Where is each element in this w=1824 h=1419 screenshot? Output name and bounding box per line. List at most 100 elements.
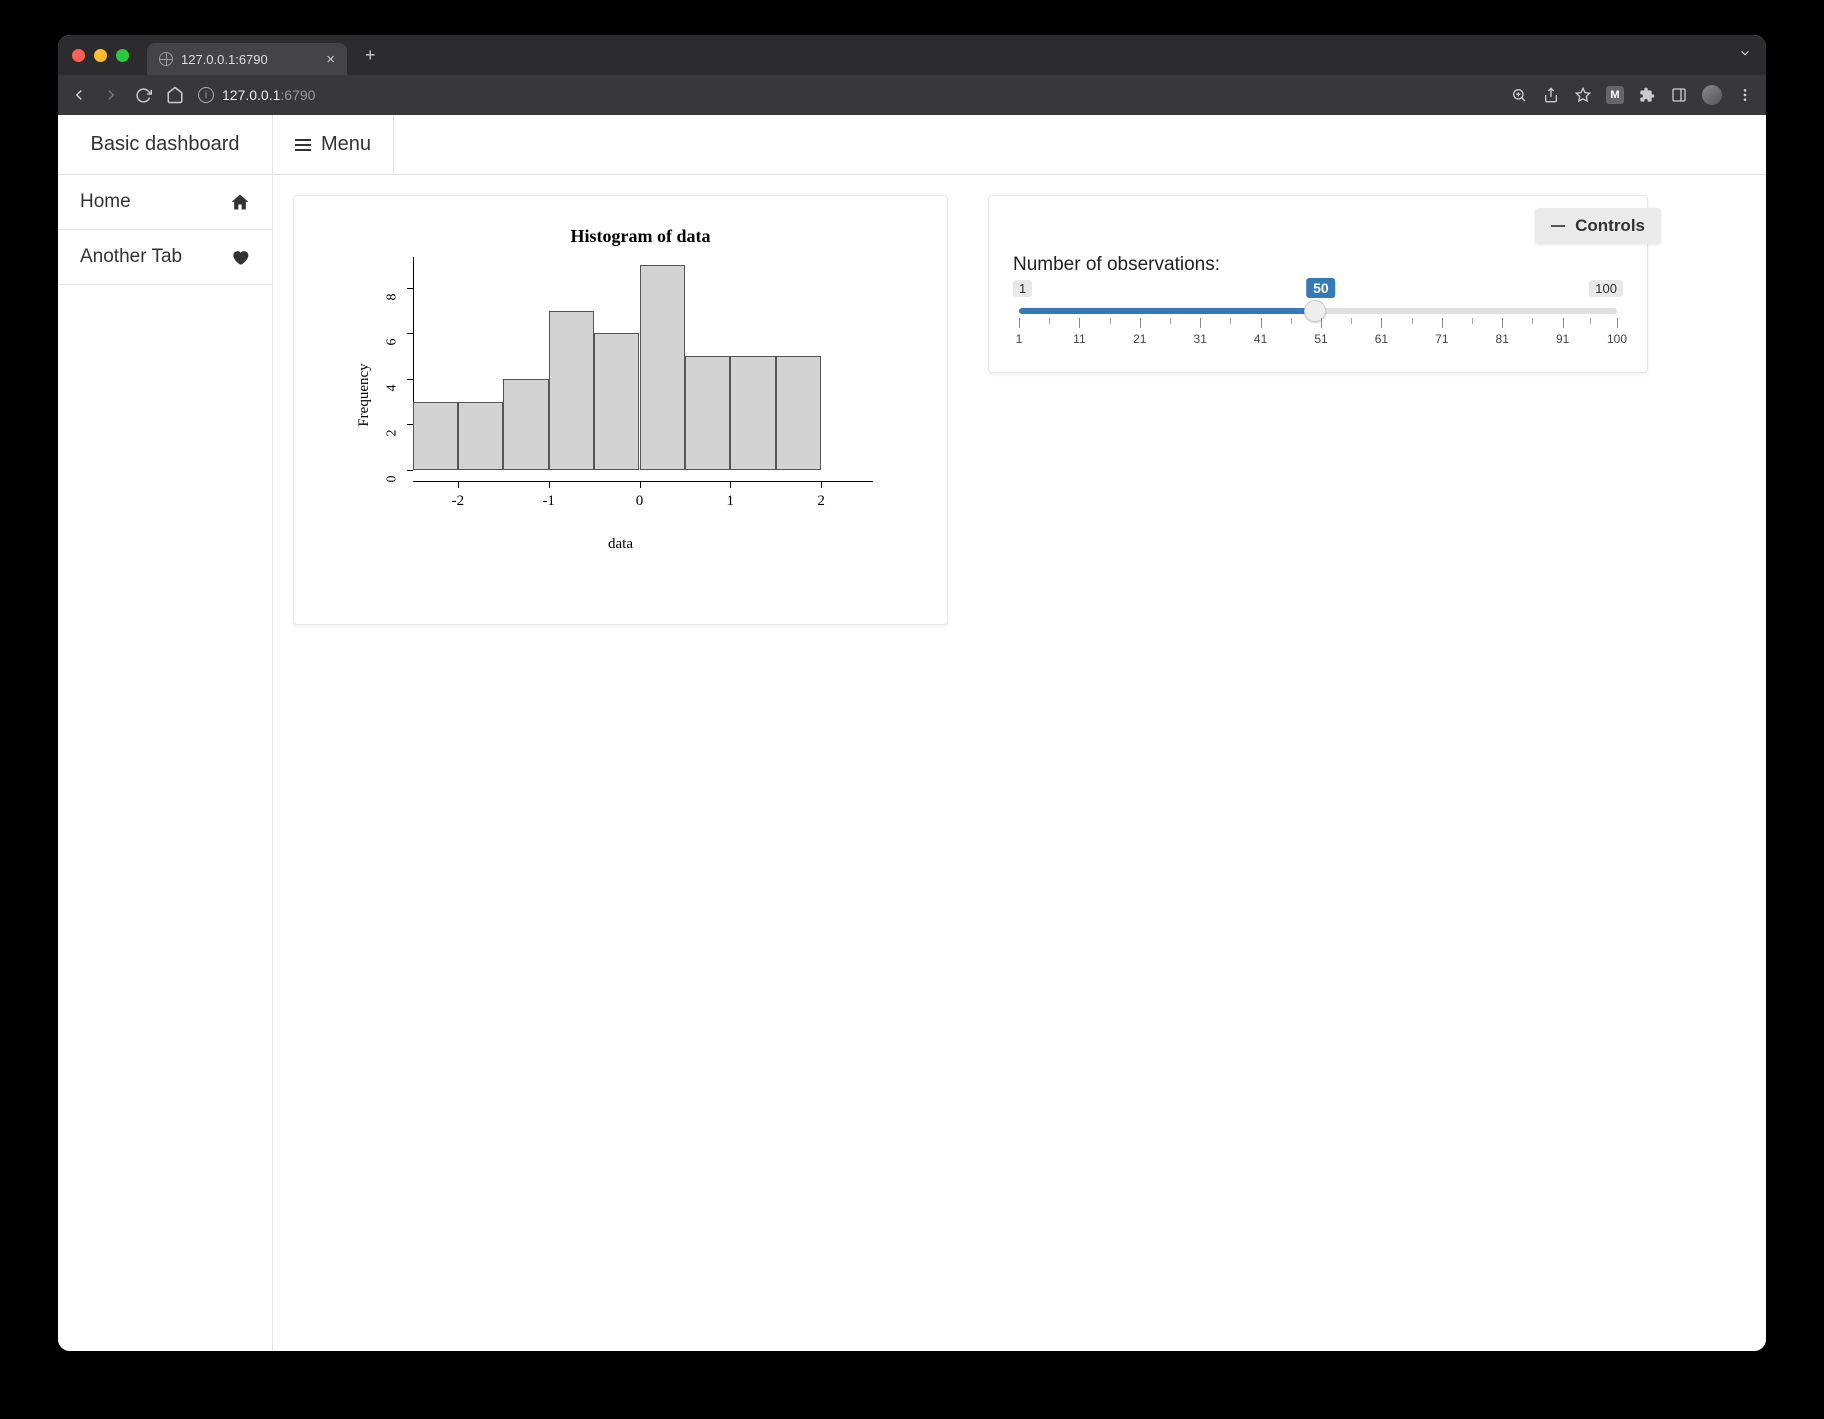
site-info-icon[interactable]: i (198, 87, 214, 103)
slider-max-badge: 100 (1589, 280, 1623, 297)
maximize-window-button[interactable] (116, 49, 129, 62)
slider-tick-minor (1170, 318, 1171, 324)
slider-tick (1140, 318, 1141, 328)
histogram-bar (685, 356, 730, 470)
slider-tick-minor (1532, 318, 1533, 324)
x-axis (413, 481, 873, 482)
x-tick (549, 482, 550, 488)
slider-track[interactable] (1019, 308, 1617, 314)
slider-min-badge: 1 (1013, 280, 1032, 297)
histogram-bar (776, 356, 821, 470)
tabs-dropdown-icon[interactable] (1738, 46, 1752, 65)
chart-ylabel: Frequency (356, 363, 373, 426)
slider-tick-minor (1110, 318, 1111, 324)
slider-tick (1019, 318, 1020, 328)
menu-toggle-button[interactable]: Menu (273, 115, 394, 174)
close-tab-icon[interactable]: × (326, 51, 335, 68)
y-tick-label: 6 (384, 339, 400, 346)
slider-tick (1563, 318, 1564, 328)
slider-tick-label: 21 (1133, 332, 1146, 346)
slider-tick (1321, 318, 1322, 328)
kebab-menu-icon[interactable] (1736, 86, 1754, 104)
browser-window: 127.0.0.1:6790 × + i 127.0.0.1:6790 (58, 35, 1766, 1351)
controls-collapse-button[interactable]: Controls (1535, 208, 1661, 244)
forward-button[interactable] (102, 86, 120, 104)
slider-tick-label: 100 (1607, 332, 1627, 346)
menu-label: Menu (321, 133, 371, 156)
url-host: 127.0.0.1 (222, 87, 280, 103)
hamburger-icon (295, 139, 311, 151)
close-window-button[interactable] (72, 49, 85, 62)
x-tick-label: -1 (542, 493, 555, 510)
extension-m-icon[interactable]: M (1606, 86, 1624, 104)
slider-tick (1381, 318, 1382, 328)
x-tick (458, 482, 459, 488)
url-port: :6790 (280, 87, 315, 103)
back-button[interactable] (70, 86, 88, 104)
traffic-lights (72, 49, 129, 62)
x-tick-label: -2 (452, 493, 465, 510)
minus-icon (1551, 225, 1565, 227)
y-tick (407, 379, 413, 380)
extensions-icon[interactable] (1638, 86, 1656, 104)
reload-button[interactable] (134, 86, 152, 104)
heart-icon (230, 247, 250, 267)
controls-card: Controls Number of observations: 1 100 5… (988, 195, 1648, 373)
slider-tick-label: 61 (1375, 332, 1388, 346)
histogram-bar (413, 402, 458, 470)
slider-tick (1261, 318, 1262, 328)
slider-tick-minor (1590, 318, 1591, 324)
titlebar: 127.0.0.1:6790 × + (58, 35, 1766, 75)
y-tick (407, 288, 413, 289)
slider-label: Number of observations: (1013, 254, 1623, 276)
slider-tick (1617, 318, 1618, 328)
observations-slider[interactable]: 1 100 50 1112131415161718191100 (1013, 280, 1623, 350)
sidebar-item-home[interactable]: Home (58, 175, 272, 230)
home-button[interactable] (166, 86, 184, 104)
new-tab-button[interactable]: + (355, 45, 386, 66)
slider-tick (1079, 318, 1080, 328)
y-tick (407, 470, 413, 471)
sidebar: Home Another Tab (58, 175, 273, 1351)
sidebar-item-label: Home (80, 191, 131, 213)
controls-panel-label: Controls (1575, 216, 1645, 236)
bookmark-star-icon[interactable] (1574, 86, 1592, 104)
slider-tick-label: 91 (1556, 332, 1569, 346)
browser-tab[interactable]: 127.0.0.1:6790 × (147, 43, 347, 75)
slider-tick (1502, 318, 1503, 328)
app-header: Basic dashboard Menu (58, 115, 1766, 175)
histogram-bar (594, 333, 639, 470)
histogram-card: Histogram of data Frequency 02468-2-1012… (293, 195, 948, 625)
histogram-bar (730, 356, 775, 470)
share-icon[interactable] (1542, 86, 1560, 104)
slider-ticks: 1112131415161718191100 (1019, 318, 1617, 332)
zoom-icon[interactable] (1510, 86, 1528, 104)
y-tick-label: 8 (384, 293, 400, 300)
slider-tick (1200, 318, 1201, 328)
x-tick (821, 482, 822, 488)
slider-tick-label: 71 (1435, 332, 1448, 346)
tab-title: 127.0.0.1:6790 (181, 52, 268, 67)
slider-tick-minor (1230, 318, 1231, 324)
address-bar[interactable]: i 127.0.0.1:6790 (198, 87, 315, 103)
slider-fill (1019, 308, 1315, 314)
slider-value-badge: 50 (1306, 278, 1336, 298)
histogram-bar (458, 402, 503, 470)
slider-tick-label: 1 (1016, 332, 1023, 346)
histogram-plot: Frequency 02468-2-1012 data (341, 265, 901, 525)
sidepanel-icon[interactable] (1670, 86, 1688, 104)
slider-tick-label: 51 (1314, 332, 1327, 346)
histogram-bar (640, 265, 685, 470)
chart-xlabel: data (608, 536, 633, 553)
y-tick-label: 2 (384, 430, 400, 437)
histogram-bar (503, 379, 548, 470)
slider-tick-minor (1412, 318, 1413, 324)
minimize-window-button[interactable] (94, 49, 107, 62)
y-tick-label: 4 (384, 384, 400, 391)
globe-icon (159, 52, 173, 66)
slider-tick-minor (1291, 318, 1292, 324)
slider-tick-label: 81 (1496, 332, 1509, 346)
slider-tick-label: 11 (1073, 332, 1085, 346)
profile-avatar[interactable] (1702, 85, 1722, 105)
sidebar-item-another-tab[interactable]: Another Tab (58, 230, 272, 285)
